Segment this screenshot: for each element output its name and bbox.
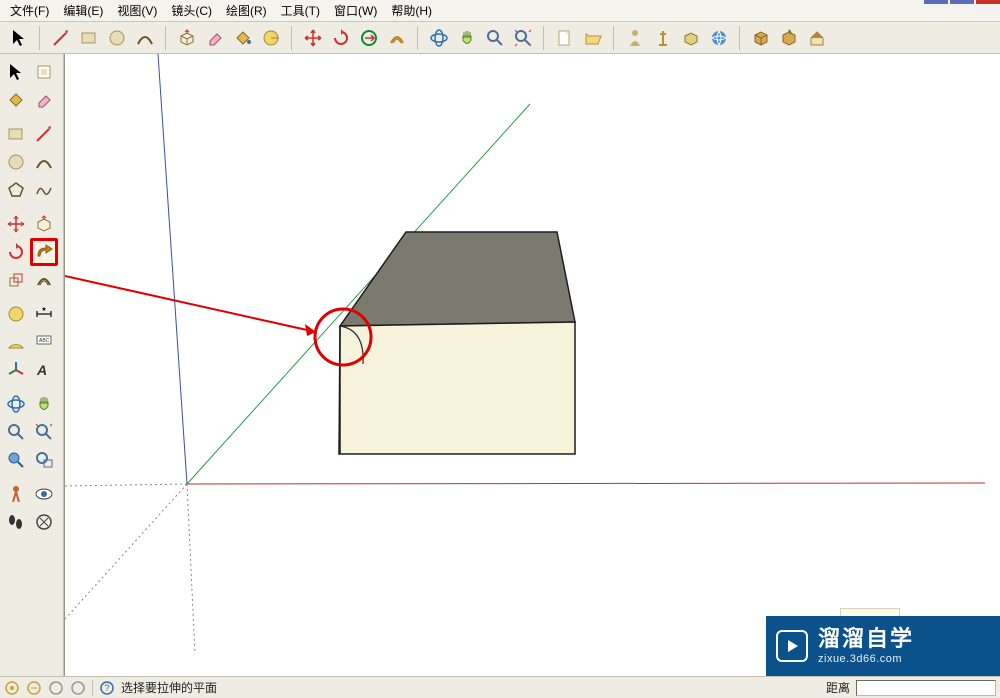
3dtext-icon[interactable]: A <box>30 356 58 384</box>
svg-text:★: ★ <box>41 306 46 313</box>
select-icon[interactable] <box>2 58 30 86</box>
svg-text:A: A <box>36 362 47 378</box>
survey-icon[interactable] <box>650 25 676 51</box>
orbit-icon[interactable] <box>426 25 452 51</box>
status-icon-1[interactable] <box>4 680 20 696</box>
menubar: 文件(F) 编辑(E) 视图(V) 镜头(C) 绘图(R) 工具(T) 窗口(W… <box>0 0 1000 22</box>
pushpull2-icon[interactable] <box>30 210 58 238</box>
position-camera-icon[interactable] <box>2 480 30 508</box>
watermark-subtitle: zixue.3d66.com <box>818 653 914 666</box>
rectangle2-icon[interactable] <box>2 120 30 148</box>
menu-camera[interactable]: 镜头(C) <box>165 0 218 21</box>
text-icon[interactable]: ABC <box>30 328 58 356</box>
eraser2-icon[interactable] <box>30 86 58 114</box>
look-around-icon[interactable] <box>30 480 58 508</box>
svg-text:?: ? <box>104 683 109 693</box>
minimize-button[interactable] <box>924 0 948 4</box>
walk-icon[interactable] <box>2 508 30 536</box>
help-icon[interactable]: ? <box>99 680 115 696</box>
menu-help[interactable]: 帮助(H) <box>385 0 438 21</box>
open-icon[interactable] <box>580 25 606 51</box>
axes-icon[interactable] <box>2 356 30 384</box>
top-toolbar <box>0 22 1000 54</box>
arc-icon[interactable] <box>132 25 158 51</box>
menu-tools[interactable]: 工具(T) <box>275 0 326 21</box>
home-icon[interactable] <box>804 25 830 51</box>
zoomprev-icon[interactable] <box>2 446 30 474</box>
menu-window[interactable]: 窗口(W) <box>328 0 383 21</box>
distance-label: 距离 <box>826 679 850 696</box>
orbit2-icon[interactable] <box>2 390 30 418</box>
menu-draw[interactable]: 绘图(R) <box>220 0 273 21</box>
rotate2-icon[interactable] <box>2 238 30 266</box>
zoom2-icon[interactable] <box>2 418 30 446</box>
pan-icon[interactable] <box>454 25 480 51</box>
paint-icon[interactable] <box>230 25 256 51</box>
new-icon[interactable] <box>552 25 578 51</box>
close-button[interactable] <box>976 0 1000 4</box>
circle-icon[interactable] <box>104 25 130 51</box>
viewport[interactable] <box>64 54 1000 676</box>
component-person-icon[interactable] <box>622 25 648 51</box>
followme-icon[interactable] <box>30 238 58 266</box>
maximize-button[interactable] <box>950 0 974 4</box>
svg-text:ABC: ABC <box>39 338 50 344</box>
zoom-icon[interactable] <box>482 25 508 51</box>
freehand-icon[interactable] <box>30 176 58 204</box>
paint-bucket-icon[interactable] <box>2 86 30 114</box>
arc2-icon[interactable] <box>30 148 58 176</box>
rectangle-icon[interactable] <box>76 25 102 51</box>
line-icon[interactable] <box>48 25 74 51</box>
menu-file[interactable]: 文件(F) <box>4 0 55 21</box>
tape2-icon[interactable] <box>2 300 30 328</box>
tape-icon[interactable] <box>258 25 284 51</box>
menu-edit[interactable]: 编辑(E) <box>57 0 109 21</box>
rotate-icon[interactable] <box>328 25 354 51</box>
zoomext-icon[interactable] <box>510 25 536 51</box>
move2-icon[interactable] <box>2 210 30 238</box>
menu-view[interactable]: 视图(V) <box>111 0 163 21</box>
pushpull-icon[interactable] <box>174 25 200 51</box>
watermark: 溜溜自学 zixue.3d66.com <box>766 616 1000 676</box>
scale-icon[interactable] <box>356 25 382 51</box>
left-toolbar: ★ ABC A <box>0 54 64 676</box>
distance-field[interactable] <box>856 680 996 696</box>
section-icon[interactable] <box>30 508 58 536</box>
globe-icon[interactable] <box>706 25 732 51</box>
zoomwindow-icon[interactable] <box>30 446 58 474</box>
package-icon[interactable] <box>748 25 774 51</box>
move-icon[interactable] <box>300 25 326 51</box>
status-message: 选择要拉伸的平面 <box>121 679 217 696</box>
eraser-icon[interactable] <box>202 25 228 51</box>
circle2-icon[interactable] <box>2 148 30 176</box>
status-icon-4[interactable] <box>70 680 86 696</box>
statusbar: ? 选择要拉伸的平面 距离 <box>0 676 1000 698</box>
polygon-icon[interactable] <box>2 176 30 204</box>
component-icon[interactable] <box>30 58 58 86</box>
line2-icon[interactable] <box>30 120 58 148</box>
dimension-icon[interactable]: ★ <box>30 300 58 328</box>
play-icon <box>776 630 808 662</box>
protractor-icon[interactable] <box>2 328 30 356</box>
model-icon[interactable] <box>678 25 704 51</box>
scale2-icon[interactable] <box>2 266 30 294</box>
status-icon-2[interactable] <box>26 680 42 696</box>
offset-icon[interactable] <box>384 25 410 51</box>
package-open-icon[interactable] <box>776 25 802 51</box>
offset2-icon[interactable] <box>30 266 58 294</box>
pan2-icon[interactable] <box>30 390 58 418</box>
status-icon-3[interactable] <box>48 680 64 696</box>
zoomext2-icon[interactable] <box>30 418 58 446</box>
watermark-title: 溜溜自学 <box>818 626 914 652</box>
select-tool-icon[interactable] <box>6 25 32 51</box>
